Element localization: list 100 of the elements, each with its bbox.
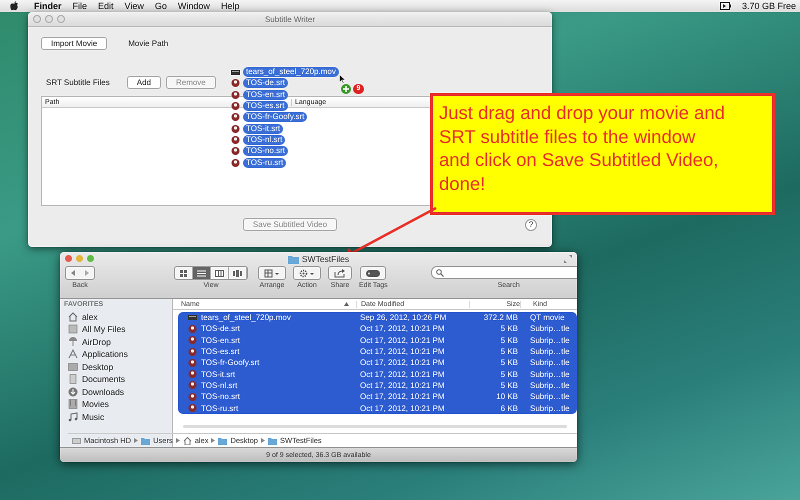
home-icon [182, 436, 192, 444]
subtitle-file-icon [188, 381, 197, 390]
file-name: TOS-fr-Goofy.srt [201, 358, 260, 368]
dragged-file-name: TOS-de.srt [243, 78, 288, 88]
file-kind: Subrip…tle [529, 380, 571, 390]
folder-icon [288, 254, 299, 264]
folder-icon [268, 436, 277, 444]
list-icon [197, 270, 206, 276]
subtitle-file-icon [188, 404, 197, 412]
file-row[interactable]: TOS-fr-Goofy.srt Oct 17, 2012, 10:21 PM 5 KB Subrip…tle [178, 357, 577, 368]
date-modified: Oct 17, 2012, 10:21 PM [359, 370, 446, 379]
sidebar-item[interactable]: Movies [82, 399, 109, 409]
sort-ascending-icon[interactable] [344, 302, 349, 306]
add-button[interactable]: Add [126, 76, 161, 89]
srt-files-label: SRT Subtitle Files [46, 78, 110, 87]
home-icon [68, 312, 78, 322]
downloads-icon [68, 386, 78, 396]
chevron-icon [211, 438, 216, 443]
date-modified: Oct 17, 2012, 10:21 PM [359, 336, 446, 345]
file-kind: QT movie [529, 313, 566, 322]
subtitle-file-icon [231, 90, 240, 99]
import-movie-button[interactable]: Import Movie [41, 37, 108, 50]
grid-dropdown-icon [264, 268, 280, 278]
view-mode-button[interactable] [193, 267, 211, 279]
menu-item[interactable]: Finder [34, 1, 62, 11]
share-icon [334, 268, 346, 278]
date-modified: Oct 17, 2012, 10:21 PM [359, 324, 446, 334]
apple-icon[interactable] [10, 1, 19, 11]
subtitle-file-icon [188, 370, 197, 378]
file-row[interactable]: TOS-nl.srt Oct 17, 2012, 10:21 PM 5 KB Subrip…tle [178, 380, 577, 392]
chevron-icon [260, 438, 265, 443]
edit-tags-button[interactable] [360, 266, 386, 280]
sidebar-item[interactable]: AirDrop [82, 336, 111, 346]
action-gear-button[interactable] [293, 266, 321, 280]
columns-icon [215, 270, 224, 276]
subtitle-file-icon [188, 336, 197, 344]
file-kind: Subrip…tle [529, 404, 571, 413]
menu-item[interactable]: Window [178, 1, 210, 11]
dragged-file-name: TOS-fr-Goofy.srt [243, 112, 308, 122]
movie-file-icon [188, 315, 197, 320]
sidebar-item[interactable]: Music [82, 412, 104, 422]
help-button[interactable]: ? [525, 218, 537, 230]
sidebar-item[interactable]: All My Files [82, 324, 126, 334]
file-size: 5 KB [500, 336, 518, 345]
sidebar-item[interactable]: Desktop [82, 362, 114, 372]
airdrop-icon [68, 336, 78, 346]
tag-icon [366, 270, 380, 276]
share-button[interactable] [328, 266, 352, 280]
sidebar-item[interactable]: alex [82, 312, 98, 322]
menu-item[interactable]: View [124, 1, 144, 11]
free-space-status[interactable]: 3.70 GB Free [742, 1, 796, 11]
sidebar-item[interactable]: Downloads [82, 386, 124, 396]
search-field[interactable] [430, 266, 577, 279]
file-kind: Subrip…tle [529, 324, 571, 334]
file-row[interactable]: TOS-de.srt Oct 17, 2012, 10:21 PM 5 KB Subrip…tle [178, 323, 577, 335]
menu-item[interactable]: Help [220, 1, 240, 11]
subtitle-file-icon [231, 158, 240, 167]
menu-item[interactable]: File [72, 1, 88, 11]
file-name: TOS-no.srt [201, 392, 240, 402]
file-row[interactable]: TOS-ru.srt Oct 17, 2012, 10:21 PM 6 KB Subrip…tle [178, 402, 577, 414]
menu-item[interactable]: Go [154, 1, 167, 11]
files-icon [68, 324, 78, 334]
menu-item[interactable]: Edit [98, 1, 114, 11]
file-kind: Subrip…tle [529, 347, 571, 356]
sidebar-item[interactable]: Documents [82, 374, 125, 384]
file-size: 5 KB [500, 324, 518, 334]
callout-note: Just drag and drop your movie and SRT subtitle files to the window and click on Save Subtitled Video, done! [430, 93, 775, 215]
file-name: TOS-en.srt [201, 336, 240, 345]
date-modified: Oct 17, 2012, 10:21 PM [359, 358, 446, 368]
dragged-file-name: tears_of_steel_720p.mov [243, 67, 339, 78]
horizontal-scrollbar[interactable] [183, 424, 567, 428]
file-size: 10 KB [495, 392, 518, 402]
subtitle-file-icon [188, 392, 197, 401]
cover-flow-icon [233, 270, 242, 276]
file-size: 5 KB [500, 380, 518, 390]
back-forward-buttons[interactable] [65, 266, 95, 280]
file-row[interactable]: TOS-es.srt Oct 17, 2012, 10:21 PM 5 KB Subrip…tle [178, 346, 577, 358]
apps-icon [68, 349, 78, 359]
file-row[interactable]: TOS-it.srt Oct 17, 2012, 10:21 PM 5 KB Subrip…tle [178, 368, 577, 380]
desktop-icon [68, 362, 78, 372]
file-size: 5 KB [500, 370, 518, 379]
file-name: TOS-es.srt [201, 347, 240, 356]
file-row[interactable]: TOS-en.srt Oct 17, 2012, 10:21 PM 5 KB Subrip…tle [178, 334, 577, 346]
dragged-file-name: TOS-no.srt [243, 146, 288, 156]
subtitle-file-icon [231, 79, 240, 88]
close-button[interactable] [65, 255, 72, 262]
file-row[interactable]: tears_of_steel_720p.mov Sep 26, 2012, 10:26 PM 372.2 MB QT movie [178, 312, 577, 324]
file-kind: Subrip…tle [529, 358, 571, 368]
chevron-icon [134, 438, 138, 443]
fullscreen-icon[interactable] [564, 255, 572, 263]
music-icon [68, 412, 78, 422]
documents-icon [68, 374, 78, 384]
file-row[interactable]: TOS-no.srt Oct 17, 2012, 10:21 PM 10 KB Subrip…tle [178, 391, 577, 402]
arrange-button[interactable] [258, 266, 286, 280]
view-mode-control[interactable] [174, 266, 248, 280]
sidebar-item[interactable]: Applications [82, 349, 128, 359]
file-size: 6 KB [500, 404, 518, 413]
gear-icon [299, 268, 315, 278]
date-modified: Sep 26, 2012, 10:26 PM [359, 313, 448, 322]
copy-plus-icon [341, 84, 351, 94]
